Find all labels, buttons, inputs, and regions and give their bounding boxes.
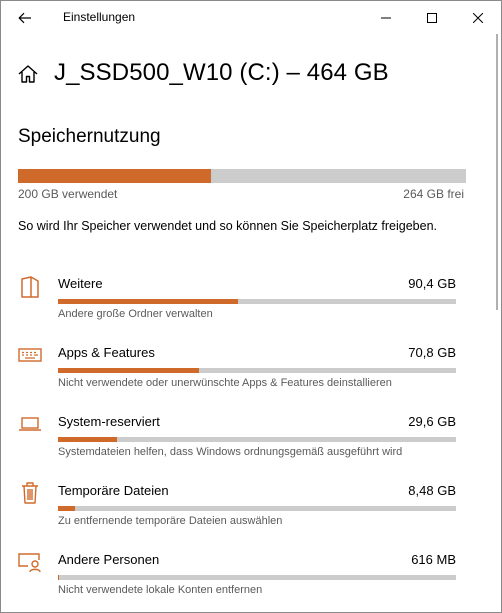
category-name: Temporäre Dateien [58,483,169,498]
scrollbar[interactable] [496,34,501,612]
category-item-system-reserviert[interactable]: System-reserviert 29,6 GB Systemdateien … [1,411,481,471]
category-bar-fill [58,368,199,373]
category-name: Weitere [58,276,103,291]
category-item-andere-personen[interactable]: Andere Personen 616 MB Nicht verwendete … [1,549,481,609]
folder-icon [17,273,43,299]
minimize-button[interactable] [363,1,409,34]
window-title: Einstellungen [63,10,136,24]
category-bar [58,575,456,580]
category-description: Systemdateien helfen, dass Windows ordnu… [58,446,403,458]
scrollbar-thumb[interactable] [496,34,498,310]
category-description: Andere große Ordner verwalten [58,308,213,320]
storage-usage-bar [18,169,466,183]
category-size: 90,4 GB [408,276,456,291]
storage-usage-fill [18,169,212,183]
settings-window: Einstellungen J_SSD500_W10 (C:) – 464 GB… [0,0,502,613]
category-name: System-reserviert [58,414,160,429]
title-bar: Einstellungen [1,1,501,34]
category-bar-fill [58,299,238,304]
category-bar [58,506,456,511]
trash-icon [17,480,43,506]
maximize-icon [427,12,437,23]
keyboard-icon [17,342,43,368]
category-description: Zu entfernende temporäre Dateien auswähl… [58,515,283,527]
free-space-label: 264 GB frei [403,187,464,201]
category-name: Andere Personen [58,552,160,567]
usage-description: So wird Ihr Speicher verwendet und so kö… [18,219,438,233]
category-description: Nicht verwendete lokale Konten entfernen [58,584,263,596]
category-size: 29,6 GB [408,414,456,429]
category-bar [58,437,456,442]
home-icon[interactable] [17,63,39,85]
used-space-label: 200 GB verwendet [18,187,118,201]
category-name: Apps & Features [58,345,155,360]
section-title: Speichernutzung [18,126,161,147]
category-item-weitere[interactable]: Weitere 90,4 GB Andere große Ordner verw… [1,273,481,333]
user-account-icon [17,549,43,575]
category-bar-fill [58,575,60,580]
category-item-temporaere-dateien[interactable]: Temporäre Dateien 8,48 GB Zu entfernende… [1,480,481,540]
close-button[interactable] [455,1,501,34]
maximize-button[interactable] [409,1,455,34]
back-button[interactable] [9,4,41,32]
close-icon [473,12,483,23]
category-bar-fill [58,437,117,442]
category-bar-fill [58,506,75,511]
category-description: Nicht verwendete oder unerwünschte Apps … [58,377,392,389]
category-size: 616 MB [411,552,456,567]
minimize-icon [381,17,391,18]
page-title: J_SSD500_W10 (C:) – 464 GB [54,59,389,86]
category-size: 70,8 GB [408,345,456,360]
category-bar [58,299,456,304]
back-arrow-icon [18,12,31,24]
category-size: 8,48 GB [408,483,456,498]
laptop-icon [17,411,43,437]
category-bar [58,368,456,373]
category-item-apps-features[interactable]: Apps & Features 70,8 GB Nicht verwendete… [1,342,481,402]
